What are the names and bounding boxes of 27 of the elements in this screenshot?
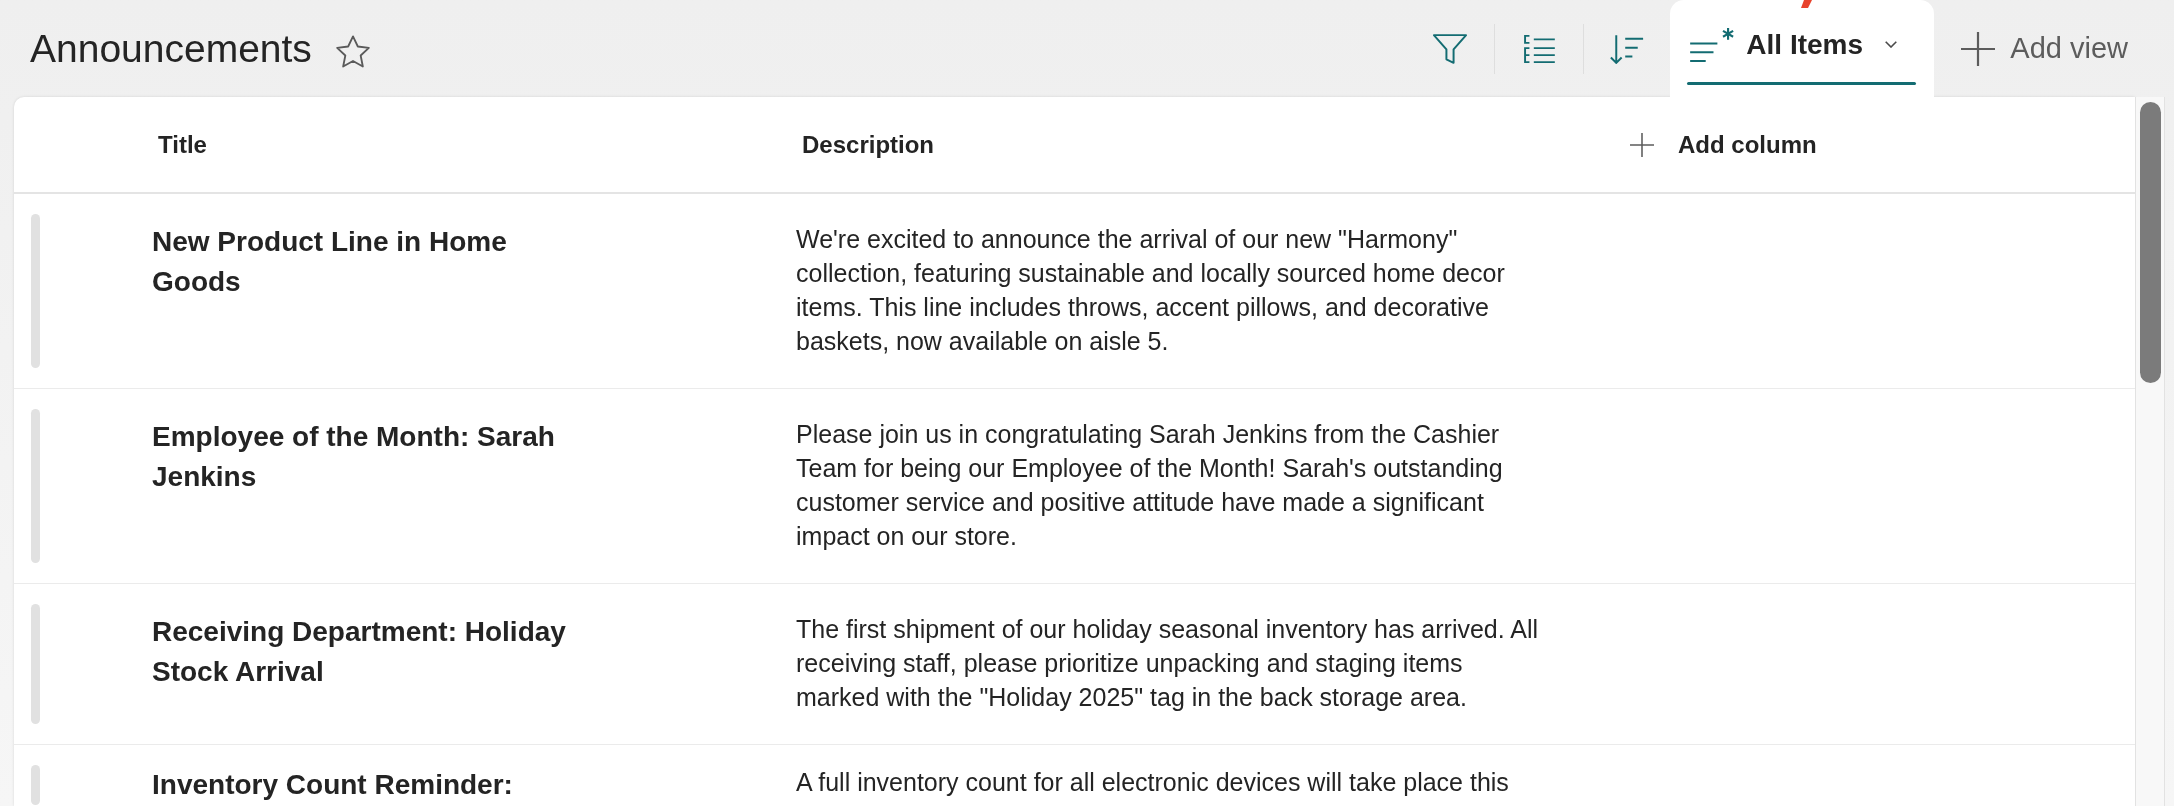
filter-icon[interactable] xyxy=(1433,33,1468,64)
column-header[interactable]: Title xyxy=(158,132,207,157)
page-title: Announcements xyxy=(30,29,312,68)
plus-icon xyxy=(1630,132,1654,157)
item-description: The first shipment of our holiday seasonal inventory has arrived. All receiving staff, please prioritize unpacking and staging items marked with the "Holiday 2025" tag in the back storage area. xyxy=(796,614,1540,713)
item-description: A full inventory count for all electronic devices will take place this xyxy=(796,767,1509,798)
add-view-button[interactable]: Add view xyxy=(1961,0,2128,97)
row-handle[interactable] xyxy=(31,409,40,563)
row-handle[interactable] xyxy=(31,604,40,724)
view-tab[interactable]: All Items xyxy=(1670,0,1935,97)
plus-icon xyxy=(1961,31,1996,66)
chevron-down-icon[interactable] xyxy=(1885,41,1898,48)
row-handle[interactable] xyxy=(31,765,40,805)
grouped-list-icon[interactable] xyxy=(1523,34,1555,63)
item-title: Inventory Count Reminder: xyxy=(152,768,513,802)
favorite-star-icon[interactable] xyxy=(335,35,370,68)
sort-icon[interactable] xyxy=(1610,33,1645,64)
item-title: Employee of the Month: Sarah Jenkins xyxy=(152,420,556,494)
item-description: We're excited to announce the arrival of our new "Harmony" collection, featuring sustainable and locally sourced home decor items. This line includes throws, accent pillows, and decorative baskets, now available on aisle 5. xyxy=(796,224,1506,357)
annotation-mark xyxy=(1800,0,1812,8)
item-title: Receiving Department: Holiday Stock Arrival xyxy=(152,615,567,689)
item-title: New Product Line in Home Goods xyxy=(152,225,508,299)
column-header[interactable]: Description xyxy=(802,132,935,157)
scrollbar-thumb[interactable] xyxy=(2139,102,2161,383)
item-description: Please join us in congratulating Sarah Jenkins from the Cashier Team for being our Employee of the Month! Sarah's outstanding customer service and positive attitude have made a significant impact on our store. xyxy=(796,419,1504,552)
row-handle[interactable] xyxy=(31,214,40,368)
add-column-button[interactable]: Add column xyxy=(1630,132,1817,157)
